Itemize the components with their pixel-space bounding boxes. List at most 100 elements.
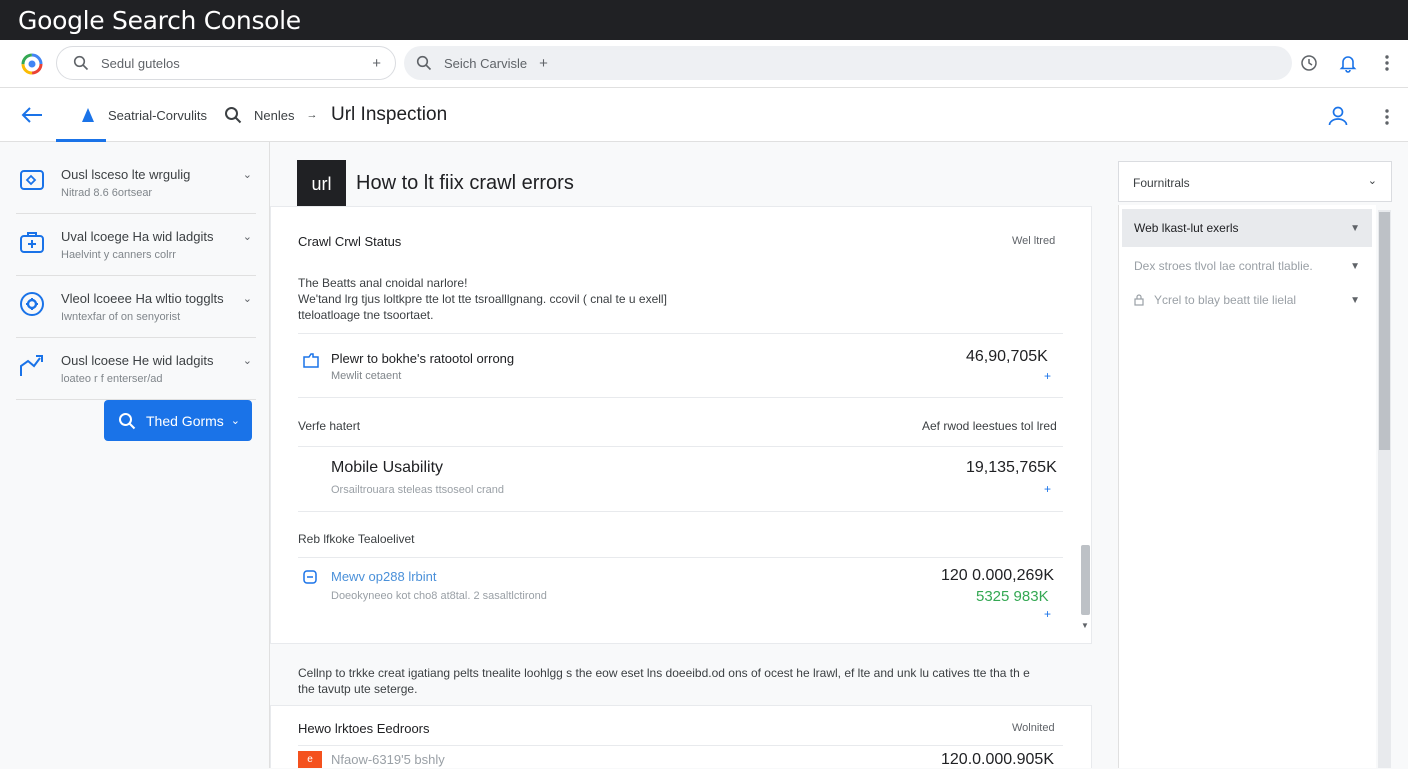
chevron-down-icon: ⌄ (242, 355, 252, 367)
back-button[interactable] (20, 88, 44, 142)
expand-icon[interactable]: + (1044, 369, 1051, 383)
section-filter[interactable]: Aef rwod leestues tol lred (922, 419, 1057, 433)
metric-title-link[interactable]: Mewv op288 lrbint (331, 569, 437, 584)
search-icon (119, 412, 136, 429)
body-text-line: Cellnp to trkke creat igatiang pelts tne… (298, 666, 1030, 680)
right-panel-item[interactable]: Dex stroes tlvol lae contral tlablie. ▼ (1122, 247, 1372, 285)
chevron-down-icon: ⌄ (242, 293, 252, 305)
metric-title[interactable]: Nfaow-6319'5 bshly (331, 752, 445, 767)
metric-value: 19,135,765K (966, 459, 1057, 476)
section-title: Verfe hatert (298, 419, 361, 433)
divider (298, 557, 1063, 558)
console-search-input[interactable]: Seich Carvisle + (404, 46, 1292, 80)
metric-title[interactable]: Mobile Usability (331, 459, 443, 477)
clock-icon (1301, 55, 1317, 71)
search-placeholder: Sedul gutelos (101, 55, 180, 71)
nav-bar (0, 88, 1408, 142)
right-panel-item-label: Ycrel to blay beatt tile lielal (1154, 293, 1297, 307)
scrollbar-thumb[interactable] (1081, 545, 1090, 615)
sidebar-item-subtitle: loateo r f enterser/ad (61, 373, 163, 385)
caret-down-icon: ▼ (1350, 294, 1360, 306)
add-icon[interactable]: + (372, 55, 381, 72)
sidebar-item-subtitle: Haelvint y canners colrr (61, 249, 176, 261)
notifications-button[interactable] (1338, 53, 1358, 73)
caret-down-icon: ▼ (1350, 260, 1360, 272)
filter-dropdown-label: Fournitrals (1133, 176, 1190, 190)
sidebar-action-button[interactable]: Thed Gorms ⌄ (104, 400, 252, 441)
right-panel-scrollbar-thumb[interactable] (1379, 212, 1390, 450)
section-title: Hewo lrktoes Eedroors (298, 721, 430, 736)
arrow-back-icon (21, 107, 42, 123)
briefcase-icon (20, 232, 44, 253)
dashboard-icon (20, 170, 44, 190)
sidebar-item-title: Ousl lcoese He wid ladgits (61, 353, 214, 368)
bell-icon (1339, 56, 1357, 73)
more-vert-icon (1385, 109, 1389, 125)
sidebar-item[interactable]: Ousl lsceso lte wrgulig Nitrad 8.6 6orts… (16, 152, 256, 214)
app-title: Google Search Console (18, 5, 301, 35)
content-heading: How to lt fiix crawl errors (356, 172, 574, 194)
divider (298, 745, 1063, 746)
sidebar-item[interactable]: Ousl lcoese He wid ladgits loateo r f en… (16, 338, 256, 400)
page-more-button[interactable] (1377, 107, 1397, 127)
divider (298, 511, 1063, 512)
nav-tab-search[interactable]: Nenles → (224, 88, 317, 142)
sidebar-item[interactable]: Vleol lcoeee Ha wltio togglts Iwntexfar … (16, 276, 256, 338)
metric-delta: 5325 983K (976, 588, 1049, 605)
scroll-down-icon[interactable]: ▼ (1081, 621, 1089, 630)
caret-down-icon: ▼ (1350, 222, 1360, 234)
trending-icon (20, 355, 43, 376)
more-menu-button[interactable] (1377, 53, 1397, 73)
metric-value: 120.0.000.905K (941, 751, 1054, 768)
nav-tab-property-label: Seatrial-Corvulits (108, 107, 207, 123)
section-description-line: tteloatloage tne tsoortaet. (298, 308, 434, 322)
account-button[interactable] (1327, 105, 1349, 127)
breadcrumb-separator: → (306, 109, 318, 121)
title-bar: Google Search Console (0, 0, 1408, 40)
add-icon[interactable]: + (539, 55, 548, 72)
page-icon (303, 353, 319, 368)
right-panel-item[interactable]: Ycrel to blay beatt tile lielal ▼ (1122, 281, 1372, 319)
sidebar-item-subtitle: Nitrad 8.6 6ortsear (61, 187, 153, 199)
filter-dropdown[interactable]: Fournitrals ⌄ (1118, 161, 1392, 202)
section-filter[interactable]: Wolnited (1012, 722, 1055, 734)
sidebar-item[interactable]: Uval lcoege Ha wid ladgits Haelvint y ca… (16, 214, 256, 276)
expand-icon[interactable]: + (1044, 607, 1051, 621)
expand-icon[interactable]: + (1044, 482, 1051, 496)
settings-icon (20, 292, 44, 316)
chevron-down-icon: ⌄ (230, 415, 240, 427)
chevron-down-icon: ⌄ (242, 169, 252, 181)
person-icon (1328, 106, 1348, 126)
right-panel-item[interactable]: Web lkast-lut exerls ▼ (1122, 209, 1372, 247)
metric-value: 120 0.000,269K (941, 567, 1054, 584)
section-description-line: The Beatts anal cnoidal narlore! (298, 276, 468, 290)
sidebar-item-title: Vleol lcoeee Ha wltio togglts (61, 291, 224, 306)
search-icon (225, 107, 242, 124)
chevron-down-icon: ⌄ (1367, 175, 1377, 187)
divider (298, 446, 1063, 447)
section-title: Reb lfkoke Tealoelivet (298, 532, 415, 546)
metric-value: 46,90,705K (966, 348, 1048, 365)
lock-icon (1134, 294, 1144, 306)
url-badge: url (297, 160, 346, 208)
app-logo-icon[interactable] (20, 52, 44, 76)
divider (298, 397, 1063, 398)
history-button[interactable] (1299, 53, 1319, 73)
right-panel-item-label: Web lkast-lut exerls (1134, 221, 1239, 235)
metric-subtitle: Doeokyneeo kot cho8 at8tal. 2 sasaltlcti… (331, 590, 547, 602)
error-icon: e (298, 751, 322, 768)
search-input[interactable]: Sedul gutelos + (56, 46, 396, 80)
metric-subtitle: Orsailtrouara steleas ttsoseol crand (331, 484, 505, 496)
console-search-placeholder: Seich Carvisle (444, 55, 528, 71)
section-title: Crawl Crwl Status (298, 234, 402, 249)
document-icon (303, 570, 317, 584)
body-text-line: the tavutp ute seterge. (298, 682, 418, 696)
nav-tab-property[interactable]: Seatrial-Corvulits (80, 88, 207, 142)
search-icon (73, 55, 89, 71)
sidebar-item-title: Uval lcoege Ha wid ladgits (61, 229, 214, 244)
metric-title[interactable]: Plewr to bokhe's ratootol orrong (331, 351, 514, 366)
more-vert-icon (1385, 55, 1389, 71)
right-panel-item-label: Dex stroes tlvol lae contral tlablie. (1134, 259, 1313, 273)
section-filter[interactable]: Wel ltred (1012, 235, 1055, 247)
search-icon (416, 55, 432, 71)
